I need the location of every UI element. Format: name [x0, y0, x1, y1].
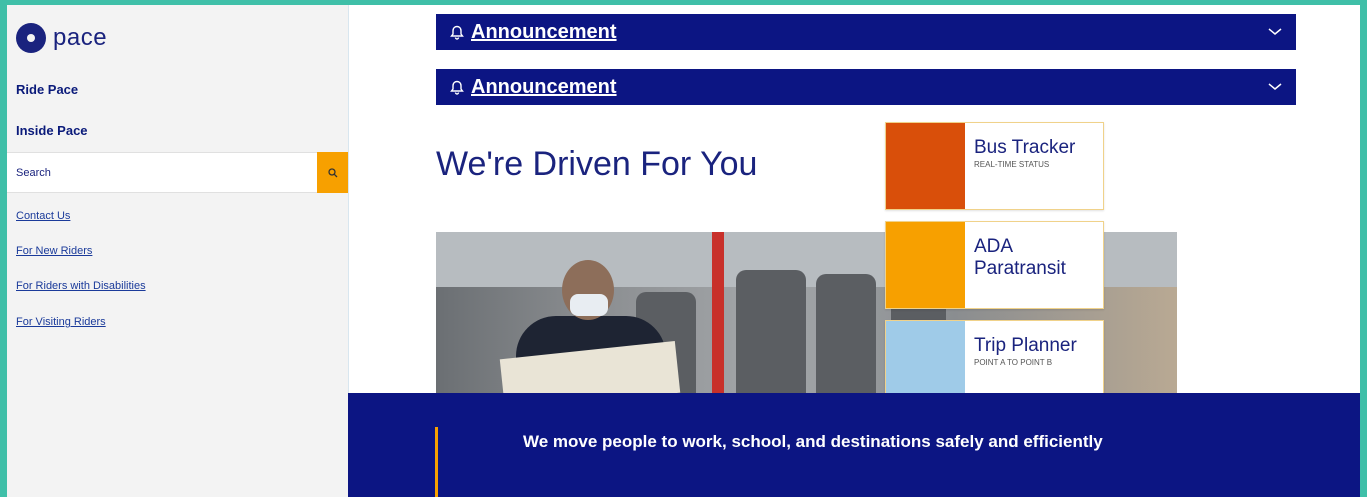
hero-title: We're Driven For You: [436, 145, 758, 183]
announcement-label[interactable]: Announcement: [471, 21, 1268, 44]
tile-swatch: [886, 123, 965, 209]
announcement-bar-1[interactable]: Announcement: [436, 14, 1296, 50]
sidebar: pace Ride Pace Inside Pace Contact Us Fo…: [7, 5, 349, 497]
announcement-label[interactable]: Announcement: [471, 76, 1268, 99]
announcement-bar-2[interactable]: Announcement: [436, 69, 1296, 105]
tile-subtitle: REAL-TIME STATUS: [974, 160, 1050, 169]
nav-ride-pace[interactable]: Ride Pace: [16, 82, 78, 97]
link-visiting-riders[interactable]: For Visiting Riders: [16, 316, 106, 328]
accent-rule: [435, 427, 438, 497]
mission-statement: We move people to work, school, and dest…: [523, 432, 1103, 451]
search-button[interactable]: [317, 152, 348, 193]
chevron-down-icon[interactable]: [1268, 28, 1282, 36]
link-new-riders[interactable]: For New Riders: [16, 245, 92, 257]
pace-logo-icon: [16, 23, 46, 53]
bell-icon: [450, 25, 464, 40]
nav-inside-pace[interactable]: Inside Pace: [16, 123, 88, 138]
link-contact-us[interactable]: Contact Us: [16, 210, 70, 222]
link-riders-with-disabilities[interactable]: For Riders with Disabilities: [16, 280, 146, 292]
search-input[interactable]: [7, 152, 317, 193]
tile-title: Bus Tracker: [974, 137, 1076, 158]
search-bar: [7, 152, 348, 193]
tile-ada-paratransit[interactable]: ADA Paratransit: [885, 221, 1104, 309]
tile-subtitle: POINT A TO POINT B: [974, 358, 1053, 367]
tile-bus-tracker[interactable]: Bus Tracker REAL-TIME STATUS: [885, 122, 1104, 210]
pace-logo-text: pace: [53, 24, 108, 51]
tile-swatch: [886, 222, 965, 308]
tile-title: Trip Planner: [974, 335, 1077, 356]
browser-viewport: pace Ride Pace Inside Pace Contact Us Fo…: [7, 5, 1360, 497]
search-icon: [327, 167, 337, 177]
mission-band: We move people to work, school, and dest…: [348, 393, 1360, 497]
tile-title: ADA Paratransit: [974, 236, 1066, 279]
bell-icon: [450, 80, 464, 95]
chevron-down-icon[interactable]: [1268, 83, 1282, 91]
pace-logo[interactable]: pace: [16, 23, 107, 53]
